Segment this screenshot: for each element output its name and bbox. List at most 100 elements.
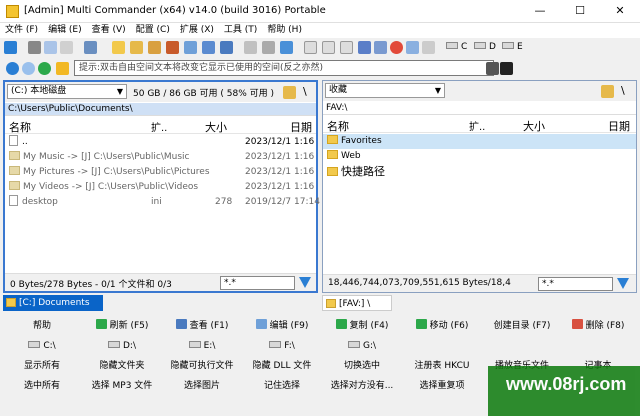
copy-button[interactable]: 复制 (F4) (324, 317, 400, 335)
console-icon[interactable] (500, 62, 513, 75)
drive-f-button[interactable]: F:\ (244, 337, 320, 355)
registry-hkcu-button[interactable]: 注册表 HKCU (404, 357, 480, 375)
toolbar-drive-e[interactable]: E (502, 41, 523, 54)
make-dir-button[interactable]: 创建目录 (F7) (484, 317, 560, 335)
folder-tree-icon[interactable] (601, 85, 614, 98)
drive-e-button[interactable]: E:\ (164, 337, 240, 355)
favorite-star-icon[interactable] (56, 62, 69, 75)
search-icon[interactable] (220, 41, 233, 54)
left-drive-select[interactable]: (C:) 本地磁盘 ▼ (7, 84, 127, 99)
history-icon[interactable] (38, 62, 51, 75)
list-item[interactable]: .. 2023/12/1 1:16 (5, 135, 316, 150)
filter-icon[interactable] (617, 278, 629, 289)
archive-icon[interactable] (166, 41, 179, 54)
menu-edit[interactable]: 编辑 (E) (43, 23, 87, 38)
col-name[interactable]: 名称 (9, 119, 31, 135)
forward-icon[interactable] (22, 62, 35, 75)
monitor-icon[interactable] (422, 41, 435, 54)
list-item[interactable]: desktop ini 278 2019/12/7 17:14 (5, 195, 320, 210)
refresh-button[interactable]: 刷新 (F5) (84, 317, 160, 335)
select-all-button[interactable]: 选中所有 (4, 377, 80, 395)
root-backslash-button[interactable]: \ (621, 84, 625, 97)
tab-left-documents[interactable]: [C:] Documents (3, 295, 103, 311)
music-icon[interactable] (244, 41, 257, 54)
menu-extensions[interactable]: 扩展 (X) (175, 23, 219, 38)
menu-tools[interactable]: 工具 (T) (219, 23, 262, 38)
col-ext[interactable]: 扩.. (469, 118, 485, 133)
command-prompt-icon[interactable] (486, 62, 499, 75)
toolbar-drive-d[interactable]: D (474, 41, 496, 54)
menu-view[interactable]: 查看 (V) (87, 23, 131, 38)
drive-g-button[interactable]: G:\ (324, 337, 400, 355)
edit-button[interactable]: 编辑 (F9) (244, 317, 320, 335)
root-backslash-button[interactable]: \ (303, 85, 307, 98)
col-name[interactable]: 名称 (327, 118, 349, 134)
view-button[interactable]: 查看 (F1) (164, 317, 240, 335)
folder-icon[interactable] (112, 41, 125, 54)
compare-icon[interactable] (184, 41, 197, 54)
hide-executables-button[interactable]: 隐藏可执行文件 (164, 357, 240, 375)
remember-selection-button[interactable]: 记住选择 (244, 377, 320, 395)
right-drive-select[interactable]: 收藏 ▼ (325, 83, 445, 98)
left-free-space[interactable]: 50 GB / 86 GB 可用 ( 58% 可用 ) (133, 86, 274, 99)
col-date[interactable]: 日期 (608, 118, 630, 134)
minimize-button[interactable]: — (520, 0, 560, 23)
back-icon[interactable] (6, 62, 19, 75)
hide-folders-button[interactable]: 隐藏文件夹 (84, 357, 160, 375)
list-item[interactable]: Favorites (323, 134, 636, 149)
menu-file[interactable]: 文件 (F) (0, 23, 43, 38)
color-wheel-icon[interactable] (390, 41, 403, 54)
folder-new-icon[interactable] (148, 41, 161, 54)
toolbar-drive-c[interactable]: C (446, 41, 467, 54)
col-date[interactable]: 日期 (290, 119, 312, 135)
document-copy-icon[interactable] (340, 41, 353, 54)
list-item[interactable]: 快捷路径 (323, 164, 636, 179)
close-button[interactable]: ✕ (600, 0, 640, 23)
right-filter-input[interactable]: *.* (538, 277, 613, 291)
tab-right-fav[interactable]: [FAV:] \ (322, 295, 392, 311)
col-ext[interactable]: 扩.. (151, 119, 167, 134)
list-item[interactable]: My Videos -> [J] C:\Users\Public\Videos … (5, 180, 316, 195)
globe-icon[interactable] (406, 41, 419, 54)
select-duplicates-button[interactable]: 选择重复项 (404, 377, 480, 395)
rename-icon[interactable] (280, 41, 293, 54)
document-edit-icon[interactable] (322, 41, 335, 54)
col-size[interactable]: 大小 (523, 118, 545, 134)
refresh-icon[interactable] (4, 41, 17, 54)
help-button[interactable]: 帮助 (4, 317, 80, 335)
list-item[interactable]: Web (323, 149, 636, 164)
list-item[interactable]: My Pictures -> [J] C:\Users\Public\Pictu… (5, 165, 316, 180)
folder-up-icon[interactable] (130, 41, 143, 54)
network-icon[interactable] (374, 41, 387, 54)
right-path-bar[interactable]: FAV:\ (323, 102, 636, 115)
filter-icon[interactable] (299, 277, 311, 288)
select-missing-button[interactable]: 选择对方没有... (324, 377, 400, 395)
list-item[interactable]: My Music -> [J] C:\Users\Public\Music 20… (5, 150, 316, 165)
col-size[interactable]: 大小 (205, 119, 227, 135)
menu-help[interactable]: 帮助 (H) (262, 23, 307, 38)
copy-icon[interactable] (44, 41, 57, 54)
picture-icon[interactable] (262, 41, 275, 54)
delete-button[interactable]: 删除 (F8) (560, 317, 636, 335)
menu-config[interactable]: 配置 (C) (131, 23, 175, 38)
command-input[interactable]: 提示:双击自由空间文本将改变它显示已使用的空间(反之亦然) (74, 60, 494, 76)
paste-icon[interactable] (60, 41, 73, 54)
select-images-button[interactable]: 选择图片 (164, 377, 240, 395)
sync-icon[interactable] (202, 41, 215, 54)
drive-icon (347, 341, 360, 348)
left-filter-input[interactable]: *.* (220, 276, 295, 290)
cut-icon[interactable] (28, 41, 41, 54)
document-icon[interactable] (304, 41, 317, 54)
drive-d-button[interactable]: D:\ (84, 337, 160, 355)
show-all-button[interactable]: 显示所有 (4, 357, 80, 375)
hide-dll-button[interactable]: 隐藏 DLL 文件 (244, 357, 320, 375)
toggle-selection-button[interactable]: 切换选中 (324, 357, 400, 375)
left-path-bar[interactable]: C:\Users\Public\Documents\ (5, 103, 316, 116)
move-button[interactable]: 移动 (F6) (404, 317, 480, 335)
select-mp3-button[interactable]: 选择 MP3 文件 (84, 377, 160, 395)
drive-c-button[interactable]: C:\ (4, 337, 80, 355)
folder-tree-icon[interactable] (283, 86, 296, 99)
layout-icon[interactable] (84, 41, 97, 54)
maximize-button[interactable]: ☐ (560, 0, 600, 23)
terminal-icon[interactable] (358, 41, 371, 54)
